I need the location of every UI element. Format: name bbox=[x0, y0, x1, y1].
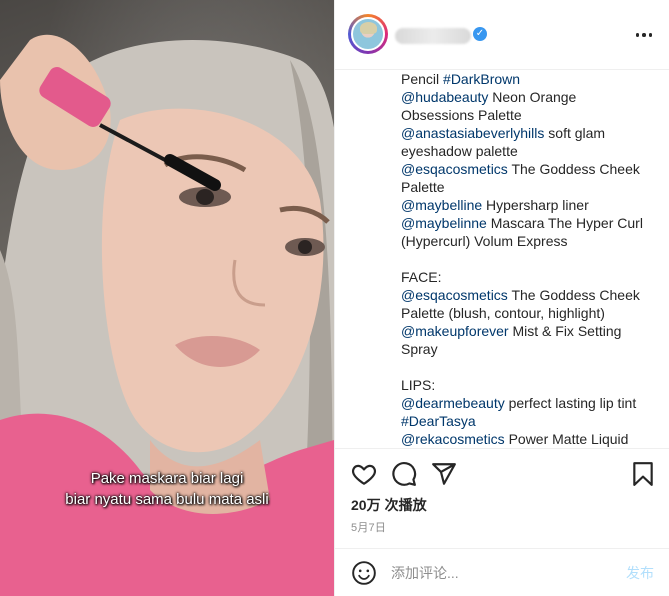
view-count-number: 20万 bbox=[351, 497, 381, 513]
caption-line: LIPS: bbox=[401, 376, 654, 394]
share-icon[interactable] bbox=[431, 461, 457, 487]
verified-badge-icon: ✓ bbox=[473, 27, 487, 41]
caption-line: eyeshadow palette bbox=[401, 142, 654, 160]
caption-text: perfect lasting lip tint bbox=[504, 395, 637, 411]
username-redacted[interactable] bbox=[395, 28, 471, 44]
caption-line: @esqacosmetics The Goddess Cheek bbox=[401, 160, 654, 178]
caption-line: @rekacosmetics Power Matte Liquid bbox=[401, 430, 654, 448]
caption-text: The Goddess Cheek bbox=[507, 161, 640, 177]
avatar-image bbox=[351, 17, 385, 51]
caption-line: @dearmebeauty perfect lasting lip tint bbox=[401, 394, 654, 412]
caption-text: Neon Orange bbox=[488, 89, 577, 105]
caption-line: @maybelinne Mascara The Hyper Curl bbox=[401, 214, 654, 232]
video-caption-line: Pake maskara biar lagi bbox=[90, 470, 244, 487]
mention-link[interactable]: @hudabeauty bbox=[401, 89, 488, 105]
caption-text: The Goddess Cheek bbox=[507, 287, 640, 303]
caption-line: @maybelline Hypersharp liner bbox=[401, 196, 654, 214]
caption-line: @hudabeauty Neon Orange bbox=[401, 88, 654, 106]
caption-text: Hypersharp liner bbox=[482, 197, 589, 213]
hashtag-link[interactable]: #DarkBrown bbox=[443, 71, 520, 87]
post-actions: 20万 次播放 5月7日 bbox=[335, 448, 669, 548]
post-video[interactable]: Pake maskara biar lagi biar nyatu sama b… bbox=[0, 0, 334, 596]
post-caption-text: Pencil #DarkBrown @hudabeauty Neon Orange… bbox=[335, 70, 669, 448]
caption-text: Pencil bbox=[401, 71, 444, 87]
caption-text: soft glam bbox=[544, 125, 606, 141]
emoji-icon[interactable] bbox=[351, 560, 377, 586]
mention-link[interactable]: @makeupforever bbox=[401, 323, 509, 339]
caption-line: Spray bbox=[401, 340, 654, 358]
caption-line: Palette (blush, contour, highlight) bbox=[401, 304, 654, 322]
caption-text: (Hypercurl) Volum Express bbox=[401, 233, 568, 249]
caption-line: @esqacosmetics The Goddess Cheek bbox=[401, 286, 654, 304]
view-count-label: 次播放 bbox=[384, 497, 427, 513]
hashtag-link[interactable]: #DearTasya bbox=[401, 413, 476, 429]
mention-link[interactable]: @maybelinne bbox=[401, 215, 487, 231]
caption-line: #DearTasya bbox=[401, 412, 654, 430]
mention-link[interactable]: @rekacosmetics bbox=[401, 431, 505, 447]
caption-text: Mascara The Hyper Curl bbox=[486, 215, 643, 231]
comment-input[interactable] bbox=[391, 561, 611, 585]
caption-line: FACE: bbox=[401, 268, 654, 286]
caption-text: Mist & Fix Setting bbox=[508, 323, 622, 339]
post-comment-button[interactable]: 发布 bbox=[626, 563, 654, 583]
caption-line: @makeupforever Mist & Fix Setting bbox=[401, 322, 654, 340]
comment-form: 发布 bbox=[335, 548, 669, 596]
more-options-icon[interactable] bbox=[632, 23, 656, 47]
caption-line: Pencil #DarkBrown bbox=[401, 70, 654, 88]
mention-link[interactable]: @maybelline bbox=[401, 197, 482, 213]
caption-line: @anastasiabeverlyhills soft glam bbox=[401, 124, 654, 142]
post-date[interactable]: 5月7日 bbox=[351, 519, 386, 535]
video-caption: Pake maskara biar lagi biar nyatu sama b… bbox=[0, 468, 334, 510]
caption-text: LIPS: bbox=[401, 377, 436, 393]
caption-text: Power Matte Liquid bbox=[504, 431, 629, 447]
bookmark-icon[interactable] bbox=[630, 461, 656, 487]
caption-line: Obsessions Palette bbox=[401, 106, 654, 124]
caption-text: Palette bbox=[401, 179, 445, 195]
caption-line: (Hypercurl) Volum Express bbox=[401, 232, 654, 250]
caption-text: Palette (blush, contour, highlight) bbox=[401, 305, 605, 321]
caption-text: Spray bbox=[401, 341, 438, 357]
caption-line: Palette bbox=[401, 178, 654, 196]
post-header: ✓ bbox=[335, 0, 669, 70]
video-caption-line: biar nyatu sama bulu mata asli bbox=[65, 491, 269, 508]
mention-link[interactable]: @dearmebeauty bbox=[401, 395, 505, 411]
post-side-panel: ✓ Pencil #DarkBrown @hudabeauty Neon Oran… bbox=[334, 0, 669, 596]
mention-link[interactable]: @esqacosmetics bbox=[401, 161, 508, 177]
mention-link[interactable]: @esqacosmetics bbox=[401, 287, 508, 303]
avatar[interactable] bbox=[348, 14, 388, 54]
caption-text: eyeshadow palette bbox=[401, 143, 518, 159]
mention-link[interactable]: @anastasiabeverlyhills bbox=[401, 125, 544, 141]
caption-text: FACE: bbox=[401, 269, 442, 285]
heart-icon[interactable] bbox=[351, 461, 377, 487]
view-count[interactable]: 20万 次播放 bbox=[351, 495, 431, 515]
caption-text: Obsessions Palette bbox=[401, 107, 522, 123]
comment-icon[interactable] bbox=[391, 461, 417, 487]
